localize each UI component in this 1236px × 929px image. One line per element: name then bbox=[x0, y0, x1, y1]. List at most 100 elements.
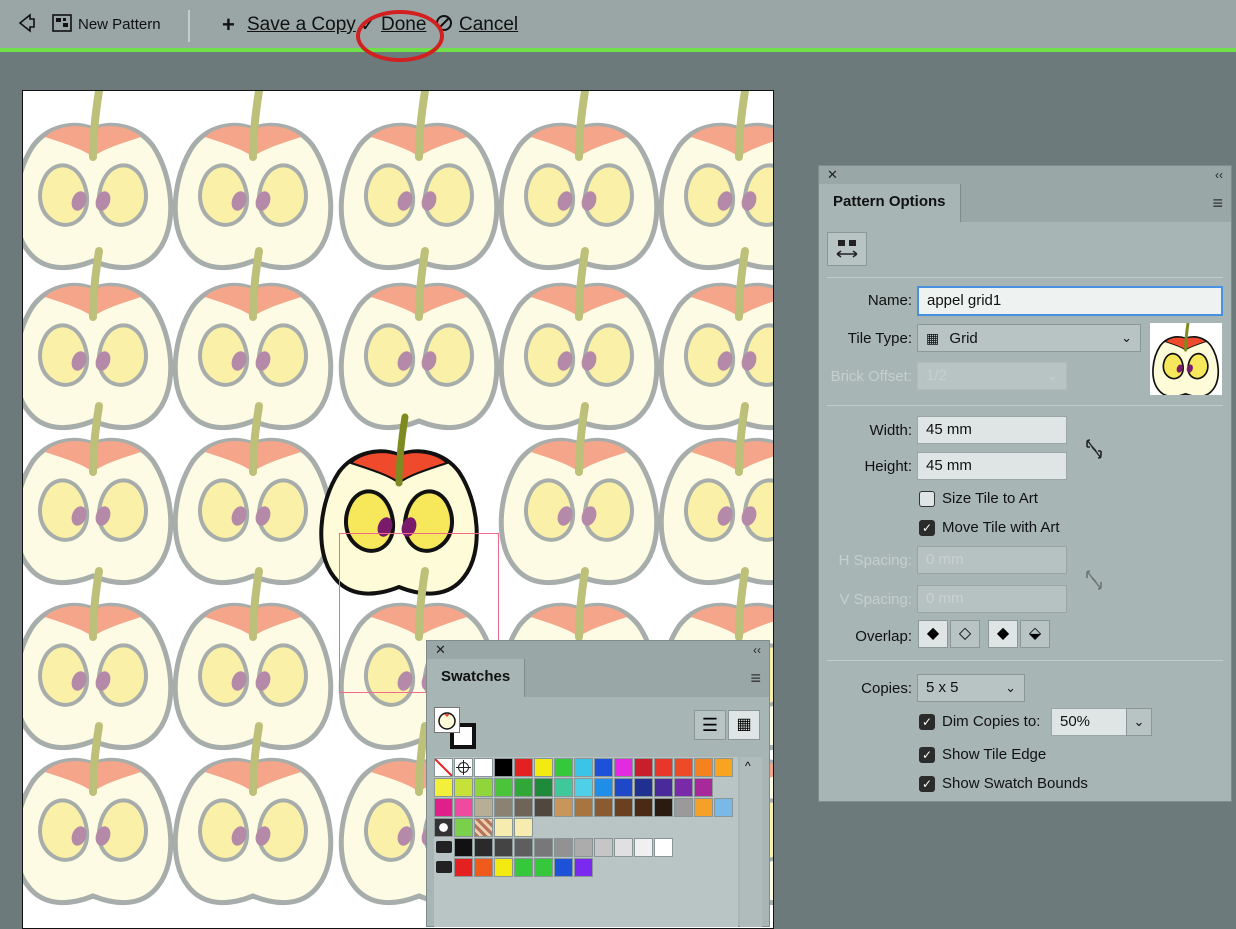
width-input[interactable]: 45 mm bbox=[917, 416, 1067, 444]
swatch[interactable] bbox=[554, 758, 573, 777]
swatch[interactable] bbox=[534, 838, 553, 857]
swatch[interactable] bbox=[454, 838, 473, 857]
swatch[interactable] bbox=[694, 778, 713, 797]
pattern-swatch[interactable] bbox=[454, 818, 473, 837]
swatch[interactable] bbox=[694, 758, 713, 777]
swatch[interactable] bbox=[534, 758, 553, 777]
dim-copies-checkbox[interactable]: ✓ bbox=[919, 714, 935, 730]
swatch[interactable] bbox=[674, 758, 693, 777]
swatch[interactable] bbox=[514, 838, 533, 857]
swatch[interactable] bbox=[494, 838, 513, 857]
swatch[interactable] bbox=[494, 798, 513, 817]
pattern-tile-tool-button[interactable] bbox=[827, 232, 867, 266]
swatch[interactable] bbox=[454, 778, 473, 797]
swatch[interactable] bbox=[434, 778, 453, 797]
swatch[interactable] bbox=[614, 758, 633, 777]
panel-menu-icon[interactable]: ≡ bbox=[750, 668, 761, 689]
link-broken-icon[interactable] bbox=[1084, 437, 1104, 466]
swatch[interactable] bbox=[554, 838, 573, 857]
swatch[interactable] bbox=[454, 798, 473, 817]
show-tile-edge-checkbox[interactable]: ✓ bbox=[919, 747, 935, 763]
pattern-swatch[interactable] bbox=[514, 818, 533, 837]
move-tile-with-art-checkbox[interactable]: ✓ bbox=[919, 520, 935, 536]
swatch[interactable] bbox=[454, 858, 473, 877]
color-group-folder-icon[interactable] bbox=[436, 861, 452, 873]
swatch[interactable] bbox=[594, 778, 613, 797]
list-view-button[interactable]: ☰ bbox=[694, 710, 726, 740]
fill-swatch[interactable] bbox=[434, 707, 460, 733]
fill-stroke-indicator[interactable] bbox=[434, 707, 478, 751]
collapse-icon[interactable]: ‹‹ bbox=[753, 641, 761, 659]
swatch[interactable] bbox=[474, 838, 493, 857]
swatch[interactable] bbox=[474, 798, 493, 817]
swatch-scrollbar[interactable]: ^ bbox=[740, 757, 762, 927]
swatch[interactable] bbox=[714, 758, 733, 777]
back-arrow-icon[interactable] bbox=[16, 12, 36, 38]
swatch[interactable] bbox=[654, 798, 673, 817]
overlap-top-in-front-button[interactable]: ◆ bbox=[988, 620, 1018, 648]
swatch[interactable] bbox=[614, 838, 633, 857]
swatch[interactable] bbox=[574, 858, 593, 877]
none-swatch[interactable] bbox=[434, 758, 453, 777]
swatch[interactable] bbox=[574, 758, 593, 777]
grid-view-button[interactable]: ▦ bbox=[728, 710, 760, 740]
swatch[interactable] bbox=[574, 798, 593, 817]
swatch[interactable] bbox=[674, 798, 693, 817]
tile-type-select[interactable]: ▦ Grid ⌄ bbox=[917, 324, 1141, 352]
dim-copies-input[interactable]: 50% bbox=[1051, 708, 1127, 736]
name-input[interactable]: appel grid1 bbox=[917, 286, 1223, 316]
swatch[interactable] bbox=[594, 758, 613, 777]
swatch[interactable] bbox=[674, 778, 693, 797]
swatch[interactable] bbox=[554, 778, 573, 797]
show-swatch-bounds-checkbox[interactable]: ✓ bbox=[919, 776, 935, 792]
swatch[interactable] bbox=[574, 838, 593, 857]
save-a-copy-button[interactable]: Save a Copy bbox=[247, 12, 356, 38]
registration-swatch[interactable] bbox=[454, 758, 473, 777]
collapse-icon[interactable]: ‹‹ bbox=[1215, 166, 1223, 184]
swatch[interactable] bbox=[654, 758, 673, 777]
swatch[interactable] bbox=[514, 798, 533, 817]
swatch[interactable] bbox=[614, 778, 633, 797]
swatch[interactable] bbox=[554, 798, 573, 817]
swatch[interactable] bbox=[534, 798, 553, 817]
swatch[interactable] bbox=[634, 838, 653, 857]
swatch[interactable] bbox=[714, 798, 733, 817]
swatch[interactable] bbox=[594, 798, 613, 817]
swatch[interactable] bbox=[634, 758, 653, 777]
swatch[interactable] bbox=[514, 758, 533, 777]
swatch[interactable] bbox=[494, 758, 513, 777]
swatch[interactable] bbox=[594, 838, 613, 857]
swatch[interactable] bbox=[634, 778, 653, 797]
close-icon[interactable]: ✕ bbox=[827, 166, 838, 184]
scroll-up-icon[interactable]: ^ bbox=[745, 759, 751, 773]
cancel-button[interactable]: Cancel bbox=[459, 12, 518, 38]
swatch[interactable] bbox=[634, 798, 653, 817]
swatch[interactable] bbox=[474, 778, 493, 797]
color-group-folder-icon[interactable] bbox=[436, 841, 452, 853]
panel-menu-icon[interactable]: ≡ bbox=[1212, 193, 1223, 214]
swatch[interactable] bbox=[474, 758, 493, 777]
tab-pattern-options[interactable]: Pattern Options bbox=[819, 184, 961, 222]
pattern-swatch[interactable] bbox=[494, 818, 513, 837]
swatch[interactable] bbox=[494, 858, 513, 877]
swatch[interactable] bbox=[654, 778, 673, 797]
swatch[interactable] bbox=[534, 778, 553, 797]
pattern-swatch[interactable] bbox=[474, 818, 493, 837]
swatch[interactable] bbox=[574, 778, 593, 797]
swatch[interactable] bbox=[474, 858, 493, 877]
swatch[interactable] bbox=[654, 838, 673, 857]
swatch[interactable] bbox=[434, 798, 453, 817]
dim-copies-dropdown[interactable]: ⌄ bbox=[1126, 708, 1152, 736]
swatch[interactable] bbox=[694, 798, 713, 817]
height-input[interactable]: 45 mm bbox=[917, 452, 1067, 480]
swatch[interactable] bbox=[614, 798, 633, 817]
swatch[interactable] bbox=[534, 858, 553, 877]
copies-select[interactable]: 5 x 5 ⌄ bbox=[917, 674, 1025, 702]
close-icon[interactable]: ✕ bbox=[435, 641, 446, 659]
overlap-right-in-front-button[interactable]: ◇ bbox=[950, 620, 980, 648]
size-tile-to-art-checkbox[interactable] bbox=[919, 491, 935, 507]
overlap-left-in-front-button[interactable]: ◆ bbox=[918, 620, 948, 648]
tab-swatches[interactable]: Swatches bbox=[427, 659, 526, 697]
swatch[interactable] bbox=[494, 778, 513, 797]
swatch[interactable] bbox=[554, 858, 573, 877]
